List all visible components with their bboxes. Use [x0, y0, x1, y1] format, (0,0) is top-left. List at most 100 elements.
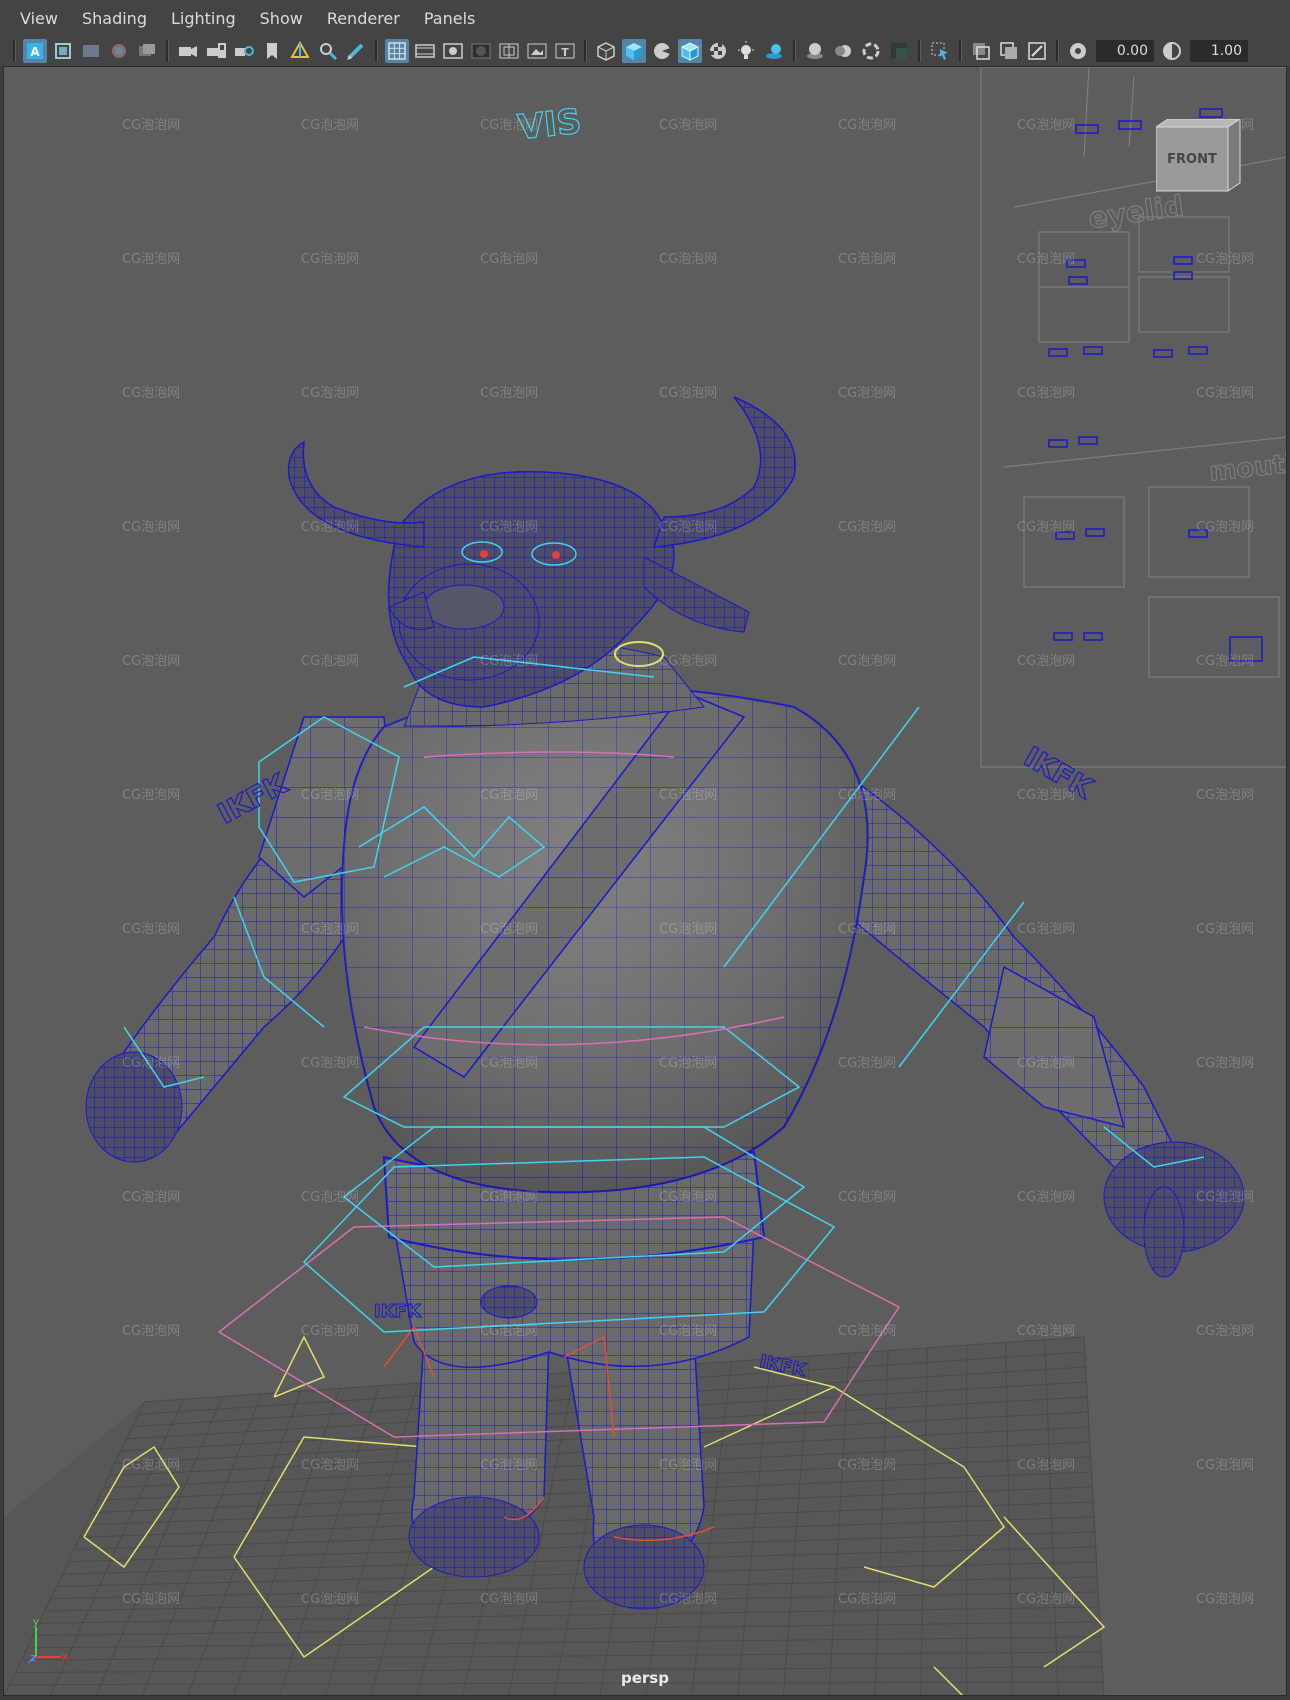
watermark-text: CG泡泡网	[301, 1190, 359, 1205]
axis-y-label: y	[33, 1617, 40, 1628]
gate-mask-icon	[112, 44, 126, 58]
field-chart-button[interactable]	[135, 39, 159, 63]
watermark-text: CG泡泡网	[838, 922, 896, 937]
toolbar-separator	[166, 40, 169, 62]
resolution-gate-button[interactable]	[79, 39, 103, 63]
movie-camera-icon	[179, 46, 197, 57]
grease-pencil-button[interactable]	[344, 39, 368, 63]
select-camera-button[interactable]: A	[23, 39, 47, 63]
camera-name-label: persp	[621, 1669, 669, 1687]
watermark-text: CG泡泡网	[301, 788, 359, 803]
field-chart-grid-icon	[499, 43, 519, 59]
safe-action-button[interactable]	[525, 39, 549, 63]
shadows-button[interactable]	[762, 39, 786, 63]
grid-toggle-button[interactable]	[385, 39, 409, 63]
anti-aliasing-button[interactable]	[859, 39, 883, 63]
safe-title-button[interactable]: T	[553, 39, 577, 63]
use-all-lights-button[interactable]	[734, 39, 758, 63]
exposure-field[interactable]	[1096, 40, 1154, 62]
image-plane-icon	[290, 40, 310, 58]
axis-indicator: y z x	[26, 1615, 76, 1667]
watermark-text: CG泡泡网	[301, 1458, 359, 1473]
checker-icon	[710, 43, 726, 59]
watermark-text: CG泡泡网	[122, 386, 180, 401]
resolution-frame-icon	[443, 43, 463, 59]
watermark-text: CG泡泡网	[480, 922, 538, 937]
textured-button[interactable]	[706, 39, 730, 63]
watermark-text: CG泡泡网	[1196, 252, 1254, 267]
camera-settings-button[interactable]	[232, 39, 256, 63]
watermark-text: CG泡泡网	[480, 1190, 538, 1205]
pencil-icon	[347, 43, 364, 60]
watermark-text: CG泡泡网	[301, 922, 359, 937]
watermark-text: CG泡泡网	[659, 118, 717, 133]
bookmark-icon	[267, 43, 277, 59]
menu-panels[interactable]: Panels	[412, 0, 488, 38]
watermark-text: CG泡泡网	[480, 1324, 538, 1339]
film-gate-button[interactable]	[51, 39, 75, 63]
menu-view[interactable]: View	[8, 0, 70, 38]
watermark-text: CG泡泡网	[1017, 252, 1075, 267]
3d-viewport[interactable]: VIS IKFK IKFK IKFK IKFK eyelid mouth CG泡…	[3, 66, 1287, 1696]
motion-blur-button[interactable]	[831, 39, 855, 63]
watermark-text: CG泡泡网	[480, 1458, 538, 1473]
watermark-text: CG泡泡网	[659, 788, 717, 803]
gate-mask-toggle-button[interactable]	[469, 39, 493, 63]
camera-button[interactable]	[176, 39, 200, 63]
menu-shading[interactable]: Shading	[70, 0, 159, 38]
depth-of-field-button[interactable]	[887, 39, 911, 63]
gate-mask-button[interactable]	[107, 39, 131, 63]
watermark-text: CG泡泡网	[1196, 654, 1254, 669]
watermark-text: CG泡泡网	[1017, 118, 1075, 133]
view-cube[interactable]: FRONT	[1154, 118, 1246, 199]
menu-show[interactable]: Show	[248, 0, 315, 38]
grid-icon	[388, 42, 406, 60]
isolate-select-button[interactable]	[928, 39, 952, 63]
resolution-gate-toggle-button[interactable]	[441, 39, 465, 63]
watermark-text: CG泡泡网	[1017, 1324, 1075, 1339]
watermark-text: CG泡泡网	[838, 118, 896, 133]
watermark-text: CG泡泡网	[659, 1592, 717, 1607]
motion-blur-icon	[835, 45, 851, 57]
watermark-text: CG泡泡网	[480, 520, 538, 535]
scene-view[interactable]: VIS IKFK IKFK IKFK IKFK eyelid mouth CG泡…	[4, 67, 1287, 1696]
gamma-field[interactable]	[1190, 40, 1248, 62]
watermark-text: CG泡泡网	[659, 922, 717, 937]
watermark-text: CG泡泡网	[838, 520, 896, 535]
wireframe-on-shaded-button[interactable]	[678, 39, 702, 63]
gamma-button[interactable]	[1160, 39, 1184, 63]
pan-zoom-icon	[320, 43, 338, 61]
watermark-text: CG泡泡网	[659, 1056, 717, 1071]
two-d-pan-zoom-button[interactable]	[316, 39, 340, 63]
xray-active-components-button[interactable]	[997, 39, 1021, 63]
smooth-shade-button[interactable]	[622, 39, 646, 63]
watermark-text: CG泡泡网	[480, 118, 538, 133]
ikfk-left-leg-label[interactable]: IKFK	[374, 1301, 423, 1323]
field-chart-icon	[139, 44, 155, 56]
menu-renderer[interactable]: Renderer	[315, 0, 412, 38]
field-chart-toggle-button[interactable]	[497, 39, 521, 63]
menu-lighting[interactable]: Lighting	[159, 0, 248, 38]
xray-joints-button[interactable]	[1025, 39, 1049, 63]
watermark-text: CG泡泡网	[480, 1056, 538, 1071]
screen-space-ao-button[interactable]	[803, 39, 827, 63]
mouth-panel-label: mouth	[1208, 448, 1287, 488]
xray-button[interactable]	[969, 39, 993, 63]
shaded-cube-icon	[626, 43, 642, 60]
bookmark-button[interactable]	[260, 39, 284, 63]
watermark-text: CG泡泡网	[122, 1324, 180, 1339]
lock-camera-button[interactable]	[204, 39, 228, 63]
film-gate-toggle-button[interactable]	[413, 39, 437, 63]
exposure-button[interactable]	[1066, 39, 1090, 63]
watermark-text: CG泡泡网	[659, 252, 717, 267]
wireframe-button[interactable]	[594, 39, 618, 63]
xray-joints-icon	[1028, 42, 1046, 60]
image-plane-button[interactable]	[288, 39, 312, 63]
watermark-text: CG泡泡网	[122, 1056, 180, 1071]
wireframe-cube-icon	[597, 42, 615, 61]
mask-icon	[471, 43, 491, 59]
film-gate-icon	[55, 43, 71, 59]
aperture-icon	[1070, 43, 1086, 59]
watermark-text: CG泡泡网	[301, 654, 359, 669]
use-default-material-button[interactable]	[650, 39, 674, 63]
